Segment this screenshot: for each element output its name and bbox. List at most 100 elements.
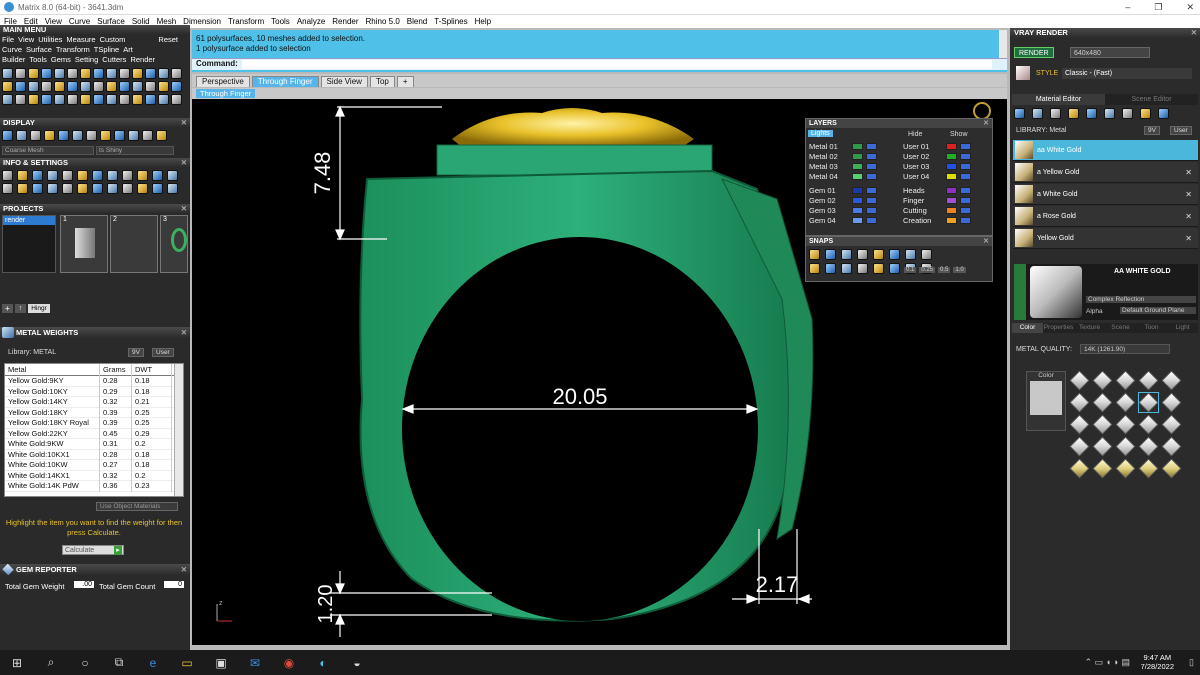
- tool-icon[interactable]: [77, 183, 88, 194]
- layer-visibility-toggle[interactable]: [960, 217, 971, 224]
- layer-color-swatch[interactable]: [946, 197, 957, 204]
- metal-table-row[interactable]: White Gold:10KX1 0.28 0.18: [5, 449, 183, 460]
- windows-start-icon[interactable]: ⊞: [0, 656, 34, 670]
- material-swatch[interactable]: [1161, 414, 1182, 435]
- material-lib-user[interactable]: User: [1170, 126, 1192, 135]
- material-swatch[interactable]: [1138, 370, 1159, 391]
- layer-color-swatch[interactable]: [946, 173, 957, 180]
- tool-icon[interactable]: [905, 249, 916, 260]
- tab-top[interactable]: Top: [369, 76, 395, 87]
- file-explorer-icon[interactable]: ▭: [170, 656, 204, 670]
- preview-collapse-button[interactable]: [1014, 264, 1026, 320]
- layer-name[interactable]: User 04: [903, 172, 929, 181]
- project-thumbnail-3[interactable]: 3: [160, 215, 188, 273]
- layer-color-swatch[interactable]: [946, 187, 957, 194]
- tool-icon[interactable]: [119, 81, 130, 92]
- layer-visibility-toggle[interactable]: [960, 163, 971, 170]
- metal-table-row[interactable]: White Gold:10KW 0.27 0.18: [5, 460, 183, 471]
- show-button[interactable]: Show: [950, 131, 968, 138]
- material-swatch[interactable]: [1138, 436, 1159, 457]
- system-tray-icons[interactable]: ⌃ ▭ ◖ ◗ ▤: [1085, 657, 1130, 668]
- lights-toggle[interactable]: Lights: [808, 130, 833, 137]
- hinge-button[interactable]: Hingr: [28, 304, 50, 313]
- tool-icon[interactable]: [54, 94, 65, 105]
- menu-rhino-5-0[interactable]: Rhino 5.0: [366, 17, 400, 26]
- material-swatch[interactable]: [1138, 414, 1159, 435]
- tool-icon[interactable]: [28, 68, 39, 79]
- tool-icon[interactable]: [32, 183, 43, 194]
- display-mesh-select[interactable]: Coarse Mesh: [2, 146, 94, 155]
- menu-help[interactable]: Help: [475, 17, 491, 26]
- layer-name[interactable]: User 01: [903, 142, 929, 151]
- tool-icon[interactable]: [106, 94, 117, 105]
- layer-visibility-toggle[interactable]: [866, 197, 877, 204]
- rhino-icon[interactable]: ◒: [340, 656, 374, 670]
- tool-icon[interactable]: [62, 170, 73, 181]
- main-menu-item-tspline[interactable]: TSpline: [94, 45, 119, 54]
- tool-icon[interactable]: [921, 249, 932, 260]
- mail-icon[interactable]: ✉: [238, 656, 272, 670]
- material-swatch[interactable]: [1115, 458, 1136, 479]
- delete-material-icon[interactable]: ✕: [1185, 212, 1192, 221]
- layer-name[interactable]: Gem 03: [809, 206, 836, 215]
- tool-icon[interactable]: [132, 81, 143, 92]
- layer-visibility-toggle[interactable]: [866, 207, 877, 214]
- tool-icon[interactable]: [28, 94, 39, 105]
- project-item-render[interactable]: render: [3, 216, 55, 225]
- subtab-properties[interactable]: Properties: [1043, 323, 1074, 333]
- tool-icon[interactable]: [17, 170, 28, 181]
- tool-icon[interactable]: [107, 170, 118, 181]
- tool-icon[interactable]: [62, 183, 73, 194]
- layer-visibility-toggle[interactable]: [866, 173, 877, 180]
- main-menu-item-art[interactable]: Art: [123, 45, 133, 54]
- tool-icon[interactable]: [28, 81, 39, 92]
- material-lib-9v[interactable]: 9V: [1144, 126, 1160, 135]
- tab-perspective[interactable]: Perspective: [196, 76, 250, 87]
- tool-icon[interactable]: [1068, 108, 1079, 119]
- tool-icon[interactable]: [873, 263, 884, 274]
- tool-icon[interactable]: [1104, 108, 1115, 119]
- up-button[interactable]: ↑: [15, 304, 26, 313]
- tool-icon[interactable]: [15, 68, 26, 79]
- tool-icon[interactable]: [2, 183, 13, 194]
- tool-icon[interactable]: [1032, 108, 1043, 119]
- tool-icon[interactable]: [106, 68, 117, 79]
- tool-icon[interactable]: [41, 81, 52, 92]
- layer-visibility-toggle[interactable]: [960, 207, 971, 214]
- tool-icon[interactable]: [1086, 108, 1097, 119]
- layer-color-swatch[interactable]: [946, 163, 957, 170]
- material-swatch[interactable]: [1092, 370, 1113, 391]
- tool-icon[interactable]: [30, 130, 41, 141]
- material-swatch[interactable]: [1069, 414, 1090, 435]
- maximize-button[interactable]: ❐: [1154, 0, 1162, 15]
- layer-color-swatch[interactable]: [946, 217, 957, 224]
- tool-icon[interactable]: [2, 170, 13, 181]
- main-menu-item-gems[interactable]: Gems: [51, 55, 71, 64]
- layer-color-swatch[interactable]: [852, 173, 863, 180]
- menu-blend[interactable]: Blend: [407, 17, 427, 26]
- tool-icon[interactable]: [114, 130, 125, 141]
- task-view-icon[interactable]: ⧉: [102, 655, 136, 670]
- tool-icon[interactable]: [132, 68, 143, 79]
- tool-icon[interactable]: [67, 68, 78, 79]
- material-swatch[interactable]: [1092, 436, 1113, 457]
- layer-name[interactable]: Gem 02: [809, 196, 836, 205]
- tool-icon[interactable]: [809, 263, 820, 274]
- search-icon[interactable]: ⌕: [34, 655, 68, 670]
- tool-icon[interactable]: [152, 170, 163, 181]
- tool-icon[interactable]: [171, 68, 182, 79]
- layer-visibility-toggle[interactable]: [960, 197, 971, 204]
- tool-icon[interactable]: [106, 81, 117, 92]
- metal-lib-user[interactable]: User: [152, 348, 174, 357]
- delete-material-icon[interactable]: ✕: [1185, 190, 1192, 199]
- tool-icon[interactable]: [1050, 108, 1061, 119]
- main-menu-item-file[interactable]: File: [2, 35, 14, 44]
- tool-icon[interactable]: [1158, 108, 1169, 119]
- tool-icon[interactable]: [158, 94, 169, 105]
- tool-icon[interactable]: [17, 183, 28, 194]
- tool-icon[interactable]: [80, 81, 91, 92]
- tool-icon[interactable]: [809, 249, 820, 260]
- tool-icon[interactable]: [1140, 108, 1151, 119]
- subtab-color[interactable]: Color: [1012, 323, 1043, 333]
- snap-value[interactable]: 0.1: [904, 267, 917, 273]
